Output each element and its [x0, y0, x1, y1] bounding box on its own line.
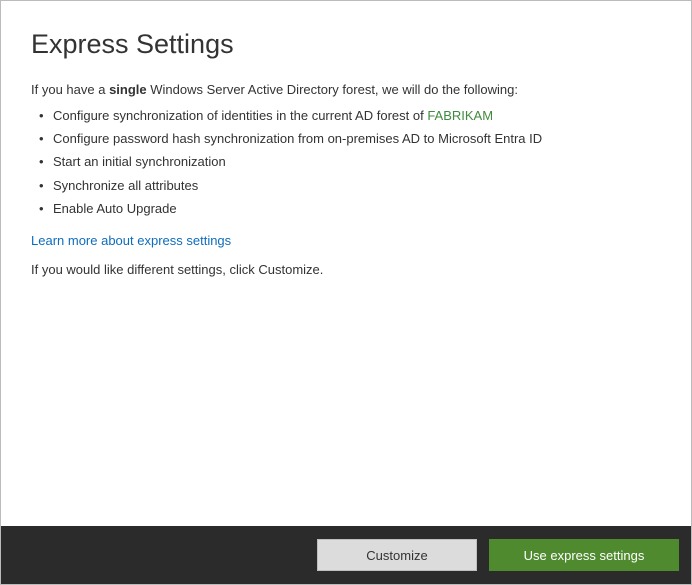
list-item: Configure synchronization of identities … — [39, 107, 659, 125]
list-item: Synchronize all attributes — [39, 177, 659, 195]
list-item: Start an initial synchronization — [39, 153, 659, 171]
customize-button[interactable]: Customize — [317, 539, 477, 571]
intro-bold: single — [109, 82, 147, 97]
intro-prefix: If you have a — [31, 82, 109, 97]
intro-suffix: Windows Server Active Directory forest, … — [147, 82, 518, 97]
bullet-list: Configure synchronization of identities … — [31, 107, 659, 218]
main-content: Express Settings If you have a single Wi… — [1, 1, 691, 277]
customize-note: If you would like different settings, cl… — [31, 262, 659, 277]
bullet-prefix: Configure synchronization of identities … — [53, 108, 427, 123]
use-express-button[interactable]: Use express settings — [489, 539, 679, 571]
footer-bar: Customize Use express settings — [1, 526, 691, 584]
learn-more-link[interactable]: Learn more about express settings — [31, 233, 231, 248]
list-item: Configure password hash synchronization … — [39, 130, 659, 148]
page-title: Express Settings — [31, 29, 659, 60]
list-item: Enable Auto Upgrade — [39, 200, 659, 218]
intro-text: If you have a single Windows Server Acti… — [31, 82, 659, 97]
forest-name: FABRIKAM — [427, 108, 493, 123]
